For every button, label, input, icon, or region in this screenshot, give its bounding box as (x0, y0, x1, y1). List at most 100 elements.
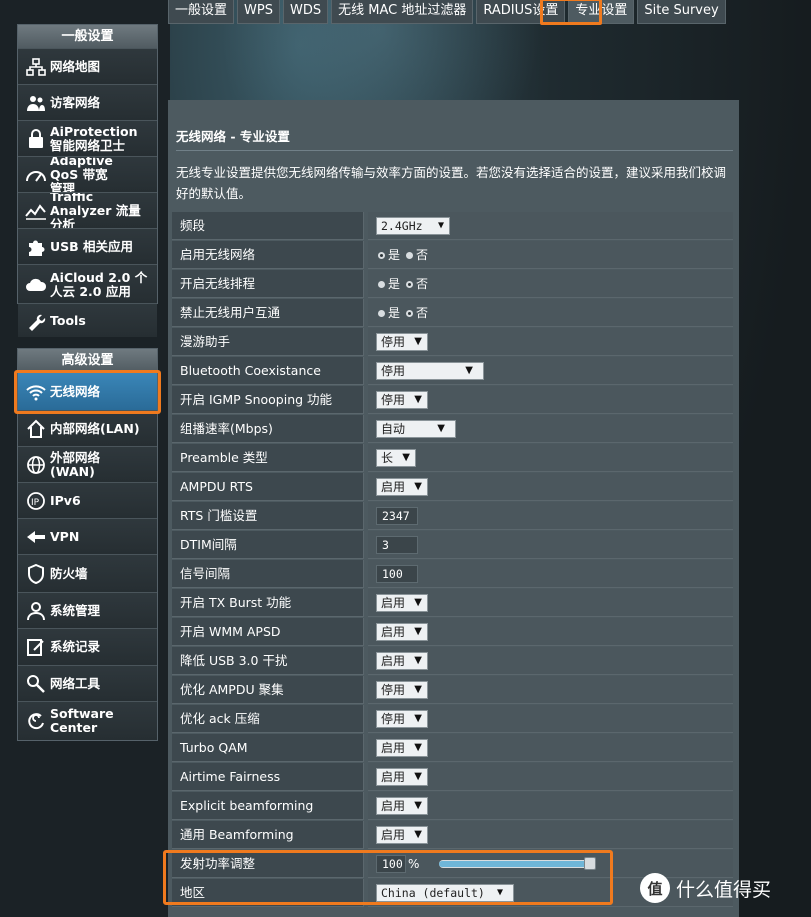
setting-value: 是 否 (368, 270, 733, 298)
setting-value: 是 否 (368, 299, 733, 327)
tab-wds[interactable]: WDS (282, 0, 329, 24)
select-value: 停用 (381, 712, 406, 726)
wmm-apsd-select[interactable]: 启用 ▼ (376, 623, 428, 641)
setting-value: 启用 ▼ (368, 792, 733, 820)
sidebar-item-ipv6[interactable]: IP IPv6 (18, 482, 157, 518)
setting-label: Preamble 类型 (172, 444, 364, 472)
chevron-down-icon: ▼ (414, 771, 422, 782)
sidebar-item-wan[interactable]: 外部网络(WAN) (18, 446, 157, 482)
cloud-icon (22, 276, 50, 294)
watermark-text: 什么值得买 (676, 878, 772, 901)
network-map-icon (22, 57, 50, 76)
sidebar-item-traffic-analyzer[interactable]: Traffic Analyzer 流量分析 (18, 192, 157, 228)
sidebar-item-aiprotection[interactable]: AiProtection 智能网络卫士 (18, 120, 157, 156)
radio-yes[interactable] (378, 251, 385, 259)
sidebar-item-usb[interactable]: USB 相关应用 (18, 228, 157, 264)
table-row: RTS 门槛设置 2347 (172, 502, 733, 531)
chart-line-icon (22, 202, 50, 220)
select-value: 自动 (381, 422, 406, 436)
radio-no[interactable] (406, 309, 414, 317)
table-row: 漫游助手 停用 ▼ (172, 328, 733, 357)
setting-value: 停用 ▼ (368, 357, 733, 385)
roaming-select[interactable]: 停用 ▼ (376, 333, 428, 351)
chevron-down-icon: ▼ (465, 365, 473, 376)
sidebar-item-label: 网络地图 (50, 58, 101, 74)
setting-value: 启用 ▼ (368, 734, 733, 762)
setting-value: 停用 ▼ (368, 676, 733, 704)
tx-burst-select[interactable]: 启用 ▼ (376, 594, 428, 612)
sidebar-item-syslog[interactable]: 系统记录 (18, 628, 157, 665)
select-value: 启用 (381, 741, 406, 755)
select-value: 停用 (381, 393, 406, 407)
sidebar-item-guest-network[interactable]: 访客网络 (18, 84, 157, 120)
shield-icon (22, 563, 50, 584)
sidebar-item-software-center[interactable]: Software Center (18, 701, 157, 740)
radio-no-label: 否 (416, 248, 429, 262)
tab-general[interactable]: 一般设置 (168, 0, 235, 24)
tab-mac-filter[interactable]: 无线 MAC 地址过滤器 (331, 0, 474, 24)
sidebar-item-aicloud[interactable]: AiCloud 2.0 个人云 2.0 应用 (18, 264, 157, 304)
radio-no-label: 否 (416, 306, 429, 320)
select-value: 启用 (381, 625, 406, 639)
universal-beamforming-select[interactable]: 启用 ▼ (376, 826, 428, 844)
explicit-beamforming-select[interactable]: 启用 ▼ (376, 797, 428, 815)
select-value: 启用 (381, 654, 406, 668)
sidebar-item-vpn[interactable]: VPN (18, 518, 157, 554)
dtim-input[interactable]: 3 (376, 536, 418, 554)
setting-label: AMPDU RTS (172, 473, 364, 501)
sidebar-item-label: Tools (50, 312, 86, 328)
page-description: 无线专业设置提供您无线网络传输与效率方面的设置。若您没有选择适合的设置，建议采用… (176, 165, 727, 201)
radio-yes[interactable] (378, 309, 385, 317)
band-select[interactable]: 2.4GHz ▼ (376, 217, 450, 235)
globe-icon (22, 455, 50, 475)
table-row: 组播速率(Mbps) 自动 ▼ (172, 415, 733, 444)
radio-yes[interactable] (378, 280, 385, 288)
sidebar-item-admin[interactable]: 系统管理 (18, 592, 157, 628)
igmp-select[interactable]: 停用 ▼ (376, 391, 428, 409)
select-value: 启用 (381, 596, 406, 610)
network-tools-icon (22, 674, 50, 694)
setting-label: DTIM间隔 (172, 531, 364, 559)
setting-label: 开启无线排程 (172, 270, 364, 298)
select-value: 停用 (381, 683, 406, 697)
isolation-radio-group: 是 否 (378, 299, 428, 327)
setting-value: 自动 ▼ (368, 415, 733, 443)
radio-yes-label: 是 (388, 277, 401, 291)
setting-label: Explicit beamforming (172, 792, 364, 820)
chevron-down-icon: ▼ (414, 829, 422, 840)
chevron-down-icon: ▼ (414, 597, 422, 608)
radio-no[interactable] (406, 280, 414, 288)
beacon-interval-input[interactable]: 100 (376, 565, 418, 583)
setting-value: 启用 ▼ (368, 589, 733, 617)
setting-label: 开启 IGMP Snooping 功能 (172, 386, 364, 414)
sidebar-item-lan[interactable]: 内部网络(LAN) (18, 410, 157, 446)
band-value: 2.4GHz (381, 219, 423, 233)
table-row: 信号间隔 100 (172, 560, 733, 589)
ack-suppression-select[interactable]: 停用 ▼ (376, 710, 428, 728)
sidebar-item-label: Adaptive QoS 带宽管理 (50, 156, 113, 192)
sidebar-item-label: 外部网络(WAN) (50, 449, 101, 479)
ampdu-aggregation-select[interactable]: 停用 ▼ (376, 681, 428, 699)
tab-wps[interactable]: WPS (237, 0, 280, 24)
usb3-interference-select[interactable]: 启用 ▼ (376, 652, 428, 670)
bt-coex-select[interactable]: 停用 ▼ (376, 362, 484, 380)
sidebar-item-tools[interactable]: Tools (18, 303, 157, 337)
airtime-fairness-select[interactable]: 启用 ▼ (376, 768, 428, 786)
preamble-select[interactable]: 长 ▼ (376, 449, 416, 467)
home-icon (22, 419, 50, 439)
highlight-professional-tab (540, 0, 602, 25)
wrench-icon (22, 311, 50, 331)
tab-site-survey[interactable]: Site Survey (637, 0, 726, 24)
sidebar-item-network-map[interactable]: 网络地图 (18, 48, 157, 84)
tab-bar: 一般设置 WPS WDS 无线 MAC 地址过滤器 RADIUS设置 专业设置 … (168, 0, 726, 26)
ampdu-rts-select[interactable]: 启用 ▼ (376, 478, 428, 496)
radio-no[interactable] (406, 251, 414, 259)
select-value: 启用 (381, 480, 406, 494)
sidebar-item-adaptive-qos[interactable]: Adaptive QoS 带宽管理 (18, 156, 157, 192)
sidebar-item-network-tools[interactable]: 网络工具 (18, 665, 157, 701)
turbo-qam-select[interactable]: 启用 ▼ (376, 739, 428, 757)
sidebar-item-firewall[interactable]: 防火墙 (18, 554, 157, 592)
rts-threshold-input[interactable]: 2347 (376, 507, 418, 525)
mcast-rate-select[interactable]: 自动 ▼ (376, 420, 456, 438)
setting-label: 频段 (172, 212, 364, 240)
